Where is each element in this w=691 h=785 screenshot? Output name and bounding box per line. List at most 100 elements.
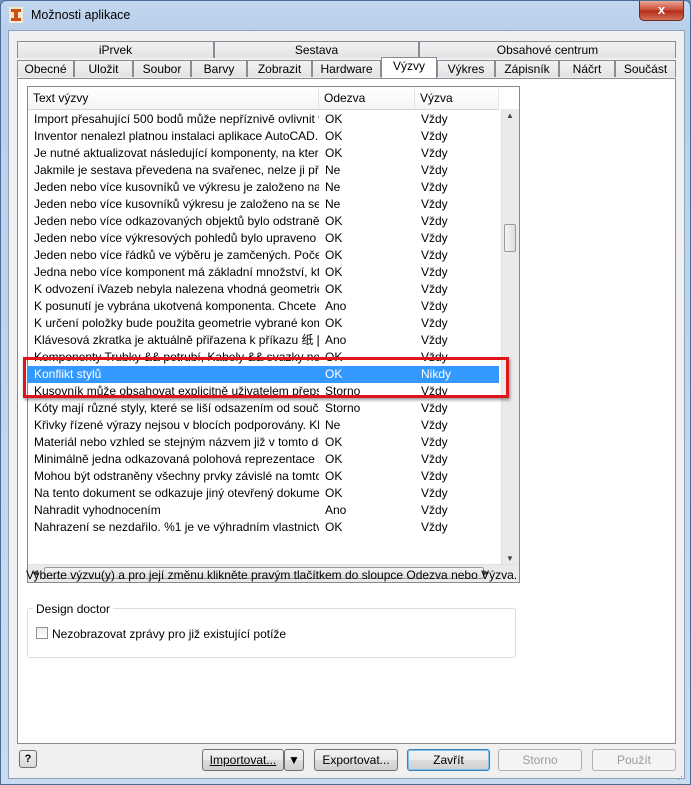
tab-vyzvy[interactable]: Výzvy — [381, 57, 437, 78]
table-row[interactable]: Materiál nebo vzhled se stejným názvem j… — [28, 434, 499, 451]
table-row[interactable]: Jeden nebo více odkazovaných objektů byl… — [28, 213, 499, 230]
prompt-text-cell[interactable]: Materiál nebo vzhled se stejným názvem j… — [28, 434, 319, 451]
prompt-text-cell[interactable]: Jeden nebo více odkazovaných objektů byl… — [28, 213, 319, 230]
response-cell[interactable]: Ne — [319, 162, 415, 179]
prompt-text-cell[interactable]: Jeden nebo více výkresových pohledů bylo… — [28, 230, 319, 247]
table-row[interactable]: Mohou být odstraněny všechny prvky závis… — [28, 468, 499, 485]
close-button[interactable]: Zavřít — [407, 749, 490, 771]
prompt-mode-cell[interactable]: Vždy — [415, 281, 499, 298]
prompt-mode-cell[interactable]: Vždy — [415, 196, 499, 213]
table-row[interactable]: Na tento dokument se odkazuje jiný otevř… — [28, 485, 499, 502]
table-row[interactable]: Minimálně jedna odkazovaná polohová repr… — [28, 451, 499, 468]
prompt-mode-cell[interactable]: Vždy — [415, 247, 499, 264]
column-header-text[interactable]: Text výzvy — [28, 87, 319, 109]
response-cell[interactable]: Ano — [319, 298, 415, 315]
prompt-mode-cell[interactable]: Vždy — [415, 400, 499, 417]
tab-hardware[interactable]: Hardware — [312, 60, 381, 77]
response-cell[interactable]: OK — [319, 434, 415, 451]
table-row[interactable]: Jeden nebo více kusovníků výkresu je zal… — [28, 196, 499, 213]
prompt-mode-cell[interactable]: Vždy — [415, 451, 499, 468]
suppress-existing-issues-label[interactable]: Nezobrazovat zprávy pro již existující p… — [52, 627, 286, 641]
prompt-mode-cell[interactable]: Vždy — [415, 213, 499, 230]
response-cell[interactable]: Ano — [319, 332, 415, 349]
prompt-mode-cell[interactable]: Vždy — [415, 468, 499, 485]
prompt-mode-cell[interactable]: Vždy — [415, 485, 499, 502]
prompt-mode-cell[interactable]: Vždy — [415, 502, 499, 519]
help-icon[interactable]: ? — [19, 750, 37, 768]
prompt-text-cell[interactable]: Je nutné aktualizovat následující kompon… — [28, 145, 319, 162]
response-cell[interactable]: Ne — [319, 179, 415, 196]
prompt-mode-cell[interactable]: Vždy — [415, 179, 499, 196]
table-row[interactable]: K posunutí je vybrána ukotvená komponent… — [28, 298, 499, 315]
table-row[interactable]: Import přesahující 500 bodů může nepřízn… — [28, 111, 499, 128]
prompt-text-cell[interactable]: Import přesahující 500 bodů může nepřízn… — [28, 111, 319, 128]
prompts-list[interactable]: Text výzvy Odezva Výzva Import přesahují… — [27, 86, 520, 583]
prompt-mode-cell[interactable]: Vždy — [415, 315, 499, 332]
response-cell[interactable]: OK — [319, 111, 415, 128]
prompt-text-cell[interactable]: Jeden nebo více kusovníků ve výkresu je … — [28, 179, 319, 196]
prompt-text-cell[interactable]: Jeden nebo více řádků ve výběru je zamče… — [28, 247, 319, 264]
table-row[interactable]: Kóty mají různé styly, které se liší ods… — [28, 400, 499, 417]
scroll-up-icon[interactable]: ▲ — [506, 111, 514, 120]
prompt-mode-cell[interactable]: Vždy — [415, 298, 499, 315]
prompt-text-cell[interactable]: Minimálně jedna odkazovaná polohová repr… — [28, 451, 319, 468]
prompt-text-cell[interactable]: Inventor nenalezl platnou instalaci apli… — [28, 128, 319, 145]
import-dropdown-button[interactable]: ▼ — [284, 749, 304, 771]
cancel-button[interactable]: Storno — [498, 749, 582, 771]
close-window-button[interactable]: x — [639, 1, 684, 21]
tab-zapisnik[interactable]: Zápisník — [495, 60, 559, 77]
resize-grip-icon[interactable]: ⋰ — [677, 771, 687, 781]
table-row[interactable]: Jedna nebo více komponent má základní mn… — [28, 264, 499, 281]
prompt-text-cell[interactable]: K posunutí je vybrána ukotvená komponent… — [28, 298, 319, 315]
prompt-text-cell[interactable]: Nahradit vyhodnocením — [28, 502, 319, 519]
column-header-prompt[interactable]: Výzva — [415, 87, 499, 109]
response-cell[interactable]: OK — [319, 213, 415, 230]
table-row[interactable]: K určení položky bude použita geometrie … — [28, 315, 499, 332]
tab-soubor[interactable]: Soubor — [133, 60, 191, 77]
prompt-text-cell[interactable]: Klávesová zkratka je aktuálně přiřazena … — [28, 332, 319, 349]
scroll-down-icon[interactable]: ▼ — [506, 554, 514, 563]
table-row[interactable]: K odvození iVazeb nebyla nalezena vhodná… — [28, 281, 499, 298]
tab-iprvek[interactable]: iPrvek — [17, 41, 214, 58]
prompt-text-cell[interactable]: K odvození iVazeb nebyla nalezena vhodná… — [28, 281, 319, 298]
table-row[interactable]: Nahrazení se nezdařilo. %1 je ve výhradn… — [28, 519, 499, 536]
prompt-text-cell[interactable]: Křivky řízené výrazy nejsou v blocích po… — [28, 417, 319, 434]
response-cell[interactable]: OK — [319, 315, 415, 332]
vertical-scrollbar[interactable]: ▲ ▼ — [501, 109, 519, 565]
response-cell[interactable]: OK — [319, 281, 415, 298]
tab-obsahove-centrum[interactable]: Obsahové centrum — [419, 41, 676, 58]
prompt-mode-cell[interactable]: Vždy — [415, 111, 499, 128]
export-button[interactable]: Exportovat... — [314, 749, 398, 771]
table-row[interactable]: Jeden nebo více výkresových pohledů bylo… — [28, 230, 499, 247]
prompt-text-cell[interactable]: Jeden nebo více kusovníků výkresu je zal… — [28, 196, 319, 213]
prompt-mode-cell[interactable]: Vždy — [415, 264, 499, 281]
table-row[interactable]: Nahradit vyhodnocením Ano Vždy — [28, 502, 499, 519]
response-cell[interactable]: OK — [319, 485, 415, 502]
response-cell[interactable]: Ano — [319, 502, 415, 519]
response-cell[interactable]: OK — [319, 451, 415, 468]
prompt-mode-cell[interactable]: Vždy — [415, 145, 499, 162]
prompt-text-cell[interactable]: Mohou být odstraněny všechny prvky závis… — [28, 468, 319, 485]
tab-sestava[interactable]: Sestava — [214, 41, 419, 58]
response-cell[interactable]: OK — [319, 468, 415, 485]
tab-barvy[interactable]: Barvy — [191, 60, 247, 77]
prompt-text-cell[interactable]: Kóty mají různé styly, které se liší ods… — [28, 400, 319, 417]
response-cell[interactable]: OK — [319, 145, 415, 162]
response-cell[interactable]: Ne — [319, 417, 415, 434]
tab-vykres[interactable]: Výkres — [437, 60, 495, 77]
vertical-scroll-thumb[interactable] — [504, 224, 516, 252]
suppress-existing-issues-checkbox[interactable] — [36, 627, 48, 639]
prompt-mode-cell[interactable]: Vždy — [415, 162, 499, 179]
prompt-text-cell[interactable]: K určení položky bude použita geometrie … — [28, 315, 319, 332]
prompt-mode-cell[interactable]: Vždy — [415, 230, 499, 247]
response-cell[interactable]: Storno — [319, 400, 415, 417]
table-row[interactable]: Inventor nenalezl platnou instalaci apli… — [28, 128, 499, 145]
table-row[interactable]: Jakmile je sestava převedena na svařenec… — [28, 162, 499, 179]
tab-ulozit[interactable]: Uložit — [74, 60, 133, 77]
table-row[interactable]: Křivky řízené výrazy nejsou v blocích po… — [28, 417, 499, 434]
tab-zobrazit[interactable]: Zobrazit — [247, 60, 312, 77]
tab-nacrt[interactable]: Náčrt — [559, 60, 615, 77]
response-cell[interactable]: OK — [319, 230, 415, 247]
response-cell[interactable]: Ne — [319, 196, 415, 213]
prompt-text-cell[interactable]: Jakmile je sestava převedena na svařenec… — [28, 162, 319, 179]
